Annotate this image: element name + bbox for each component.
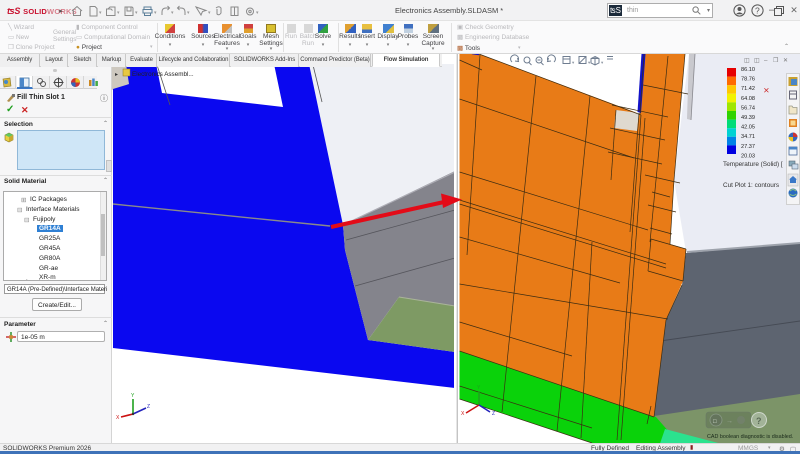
- svg-text:Z: Z: [492, 411, 495, 417]
- svg-text:–: –: [764, 57, 768, 64]
- svg-text:CAD boolean diagnostic is disa: CAD boolean diagnostic is disabled.: [707, 434, 793, 440]
- svg-text:▾: ▾: [171, 10, 174, 16]
- svg-text:▾: ▾: [154, 10, 157, 16]
- svg-text:✕: ✕: [783, 57, 788, 64]
- svg-text:56.74: 56.74: [741, 105, 755, 111]
- svg-text:□: □: [713, 419, 717, 425]
- svg-text:?: ?: [756, 416, 762, 426]
- svg-text:71.42: 71.42: [741, 86, 755, 92]
- svg-text:⨯: ⨯: [763, 86, 770, 95]
- svg-text:78.76: 78.76: [741, 77, 755, 83]
- svg-text:64.08: 64.08: [741, 96, 755, 102]
- svg-text:Electronics Assembl...: Electronics Assembl...: [132, 71, 194, 78]
- svg-text:▾: ▾: [256, 10, 259, 16]
- svg-text:◫: ◫: [744, 57, 750, 64]
- svg-text:▸: ▸: [115, 72, 118, 78]
- svg-text:▾: ▾: [187, 10, 190, 16]
- svg-text:▾: ▾: [208, 10, 211, 16]
- svg-text:◫: ◫: [754, 57, 760, 64]
- svg-text:27.37: 27.37: [741, 144, 755, 150]
- svg-text:49.39: 49.39: [741, 115, 755, 121]
- svg-text:?: ?: [755, 6, 760, 16]
- svg-text:▾: ▾: [135, 10, 138, 16]
- svg-text:Temperature (Solid) [: Temperature (Solid) [: [723, 161, 783, 168]
- svg-text:Cut Plot 1: contours: Cut Plot 1: contours: [723, 182, 779, 189]
- svg-text:42.05: 42.05: [741, 125, 755, 131]
- svg-text:20.03: 20.03: [741, 153, 755, 159]
- svg-text:❐: ❐: [773, 57, 779, 64]
- svg-text:→: →: [726, 418, 733, 425]
- svg-text:34.71: 34.71: [741, 134, 755, 140]
- svg-text:Z: Z: [147, 404, 150, 410]
- svg-text:▾: ▾: [117, 10, 120, 16]
- svg-text:▾: ▾: [99, 10, 102, 16]
- svg-text:86.10: 86.10: [741, 67, 755, 73]
